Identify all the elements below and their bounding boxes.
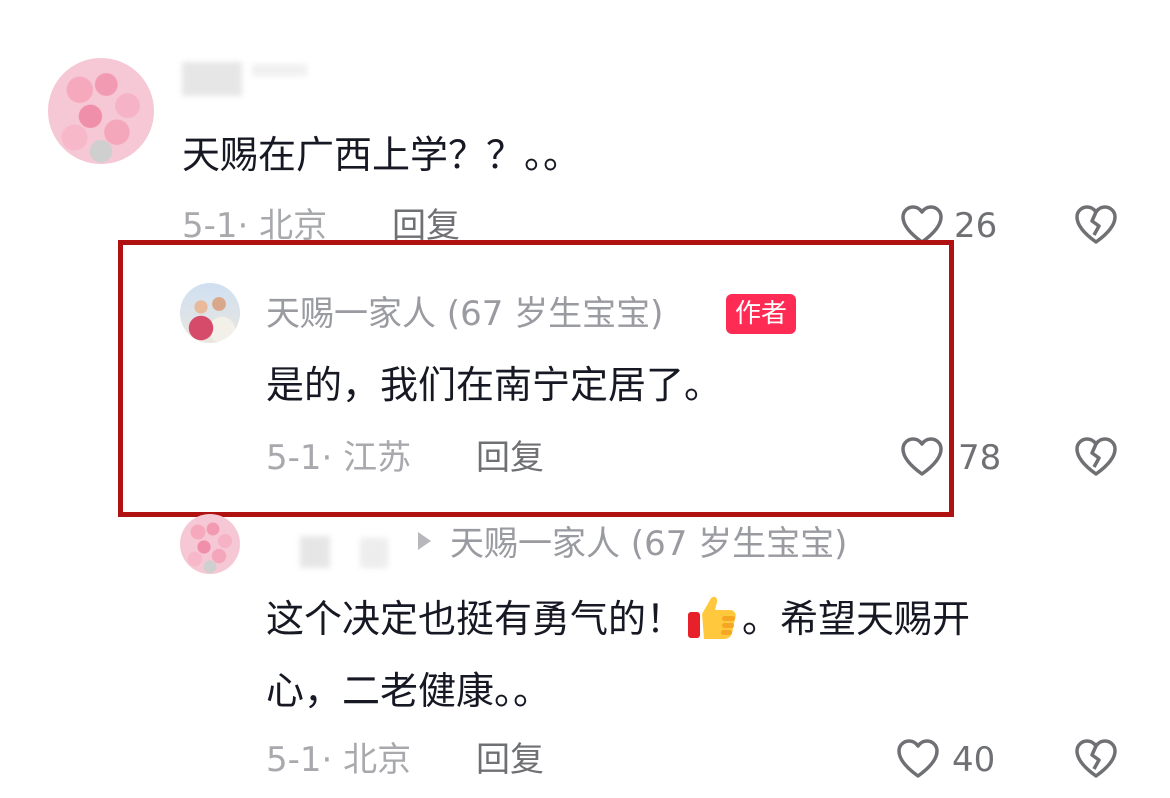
broken-heart-icon bbox=[1075, 205, 1117, 244]
blurred-username bbox=[300, 536, 330, 568]
reply-to-username[interactable]: 天赐一家人 (67 岁生宝宝) bbox=[450, 524, 847, 564]
reply-button[interactable]: 回复 bbox=[476, 438, 544, 478]
comment-text: 是的，我们在南宁定居了。 bbox=[266, 363, 723, 407]
author-username[interactable]: 天赐一家人 (67 岁生宝宝) bbox=[266, 294, 663, 334]
author-avatar[interactable] bbox=[180, 283, 240, 343]
comment-meta: 5-1· 北京 bbox=[266, 740, 412, 780]
blurred-username bbox=[252, 64, 307, 76]
heart-outline-icon bbox=[897, 739, 939, 778]
broken-heart-icon bbox=[1075, 739, 1117, 778]
like-count: 78 bbox=[958, 438, 1002, 478]
avatar[interactable] bbox=[48, 58, 154, 164]
blurred-username bbox=[182, 62, 242, 96]
like-count: 26 bbox=[954, 206, 998, 246]
like-count: 40 bbox=[952, 740, 996, 780]
avatar[interactable] bbox=[180, 514, 240, 574]
thumbs-up-emoji bbox=[686, 592, 740, 639]
comment-text: 天赐在广西上学？？。。 bbox=[182, 133, 582, 177]
comment-meta: 5-1· 江苏 bbox=[266, 438, 412, 478]
dislike-button[interactable] bbox=[1074, 738, 1118, 780]
dislike-button[interactable] bbox=[1074, 436, 1118, 478]
broken-heart-icon bbox=[1075, 437, 1117, 476]
triangle-right-icon bbox=[418, 532, 431, 550]
like-button[interactable] bbox=[900, 436, 944, 478]
blurred-username bbox=[360, 538, 388, 568]
comment-text-line2: 心，二老健康。。 bbox=[266, 669, 552, 713]
author-badge: 作者 bbox=[726, 294, 797, 334]
reply-button[interactable]: 回复 bbox=[476, 740, 544, 780]
comment-text-part: 。希望天赐开 bbox=[742, 597, 971, 641]
like-button[interactable] bbox=[896, 738, 940, 780]
heart-outline-icon bbox=[901, 437, 943, 476]
dislike-button[interactable] bbox=[1074, 204, 1118, 246]
comment-text-line1: 这个决定也挺有勇气的！ 。希望天赐开 bbox=[266, 592, 970, 642]
comment-text-part: 这个决定也挺有勇气的！ bbox=[266, 597, 685, 641]
